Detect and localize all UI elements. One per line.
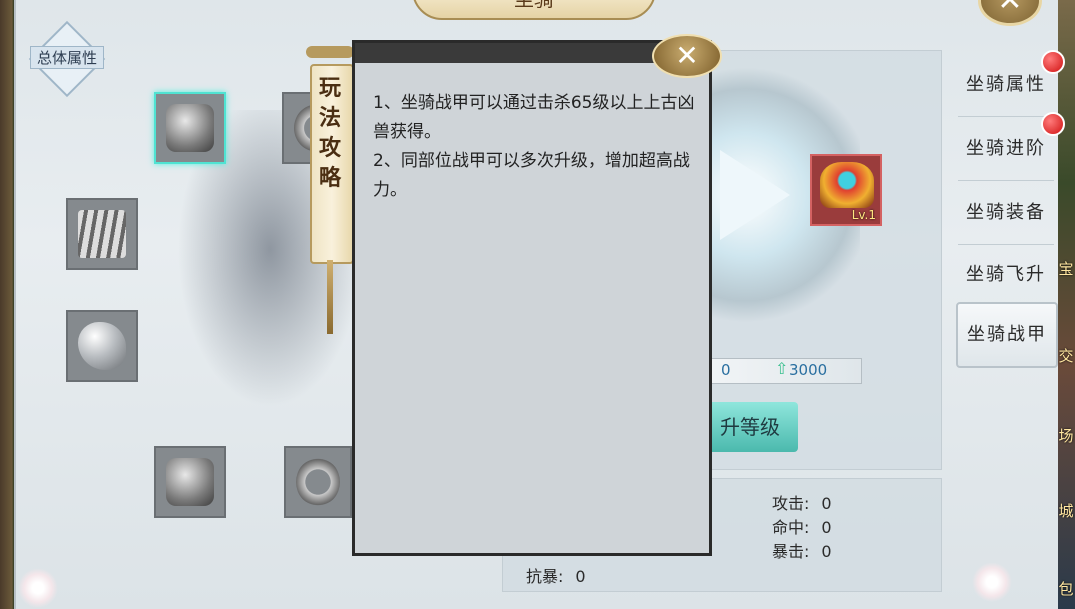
tab-label: 坐骑属性 — [966, 74, 1046, 95]
scroll-tassel — [327, 260, 333, 334]
stat-attack: 攻击: 0 — [772, 490, 832, 514]
item-level: Lv.1 — [851, 208, 876, 222]
guide-line: 2、同部位战甲可以多次升级，增加超高战力。 — [373, 151, 690, 200]
guide-tab[interactable]: 玩法攻略 — [306, 44, 354, 334]
gem-icon — [78, 322, 126, 370]
side-menu-char[interactable]: 场 — [1057, 425, 1075, 446]
helmet-slot[interactable] — [154, 92, 226, 164]
scroll-rod — [306, 46, 354, 58]
tab-label: 坐骑进阶 — [966, 138, 1046, 159]
close-icon: ✕ — [997, 0, 1023, 18]
side-menu-char[interactable]: 包 — [1057, 578, 1075, 599]
exp-bar: 0 ⇧ 3000 — [710, 358, 862, 384]
blossom-decoration — [972, 562, 1012, 602]
total-attributes-label: 总体属性 — [30, 46, 104, 69]
arrow-right-icon — [720, 150, 790, 240]
tab-label: 坐骑装备 — [966, 202, 1046, 223]
stat-value: 0 — [821, 494, 832, 513]
body-armor-slot[interactable] — [66, 198, 138, 270]
guide-text: 1、坐骑战甲可以通过击杀65级以上上古凶兽获得。 2、同部位战甲可以多次升级，增… — [373, 89, 698, 205]
notification-badge — [1041, 50, 1065, 74]
upgrade-level-button[interactable]: 升等级 — [702, 402, 798, 452]
guide-popup: 1、坐骑战甲可以通过击杀65级以上上古凶兽获得。 2、同部位战甲可以多次升级，增… — [352, 40, 712, 556]
side-menu-char[interactable]: 交 — [1057, 345, 1075, 366]
armor-helmet-icon — [820, 162, 874, 208]
guide-line: 1、坐骑战甲可以通过击杀65级以上上古凶兽获得。 — [373, 93, 695, 142]
tab-mount-armor[interactable]: 坐骑战甲 — [956, 302, 1058, 368]
guide-tab-label: 玩法攻略 — [318, 76, 341, 191]
stat-value: 0 — [575, 567, 586, 586]
tab-mount-advance[interactable]: 坐骑进阶 — [958, 118, 1054, 181]
selected-armor-item[interactable]: Lv.1 — [810, 154, 882, 226]
stat-value: 0 — [821, 542, 832, 561]
arrow-up-icon: ⇧ — [775, 359, 789, 378]
panel-title: 坐骑 — [412, 0, 656, 20]
popup-close-button[interactable]: ✕ — [652, 34, 722, 78]
side-menu-char[interactable]: 宝 — [1057, 258, 1075, 279]
stat-label: 暴击: — [772, 542, 810, 561]
tab-mount-ascend[interactable]: 坐骑飞升 — [958, 244, 1054, 307]
stat-crit-resist: 抗暴: 0 — [526, 563, 586, 587]
bracer-slot[interactable] — [154, 446, 226, 518]
stat-crit: 暴击: 0 — [772, 538, 832, 562]
stat-value: 0 — [821, 518, 832, 537]
ring-slot[interactable] — [284, 446, 352, 518]
exp-current: 0 — [721, 361, 731, 379]
stat-label: 命中: — [772, 518, 810, 537]
blossom-decoration — [18, 568, 58, 608]
upgrade-label: 升等级 — [720, 415, 780, 439]
tab-label: 坐骑战甲 — [967, 324, 1047, 345]
notification-badge — [1041, 112, 1065, 136]
side-menu-char[interactable]: 城 — [1057, 500, 1075, 521]
gem-slot[interactable] — [66, 310, 138, 382]
bracer-icon — [166, 458, 214, 506]
stat-label: 抗暴: — [526, 567, 564, 586]
armor-icon — [78, 210, 126, 258]
tab-mount-attributes[interactable]: 坐骑属性 — [958, 54, 1054, 117]
ring-icon — [296, 458, 340, 506]
tab-mount-equipment[interactable]: 坐骑装备 — [958, 182, 1054, 245]
stat-hit: 命中: 0 — [772, 514, 832, 538]
tab-label: 坐骑飞升 — [966, 264, 1046, 285]
total-attributes-button[interactable]: 总体属性 — [28, 20, 106, 98]
helmet-icon — [166, 104, 214, 152]
stat-label: 攻击: — [772, 494, 810, 513]
close-icon: ✕ — [675, 39, 699, 72]
exp-max: 3000 — [789, 361, 828, 379]
